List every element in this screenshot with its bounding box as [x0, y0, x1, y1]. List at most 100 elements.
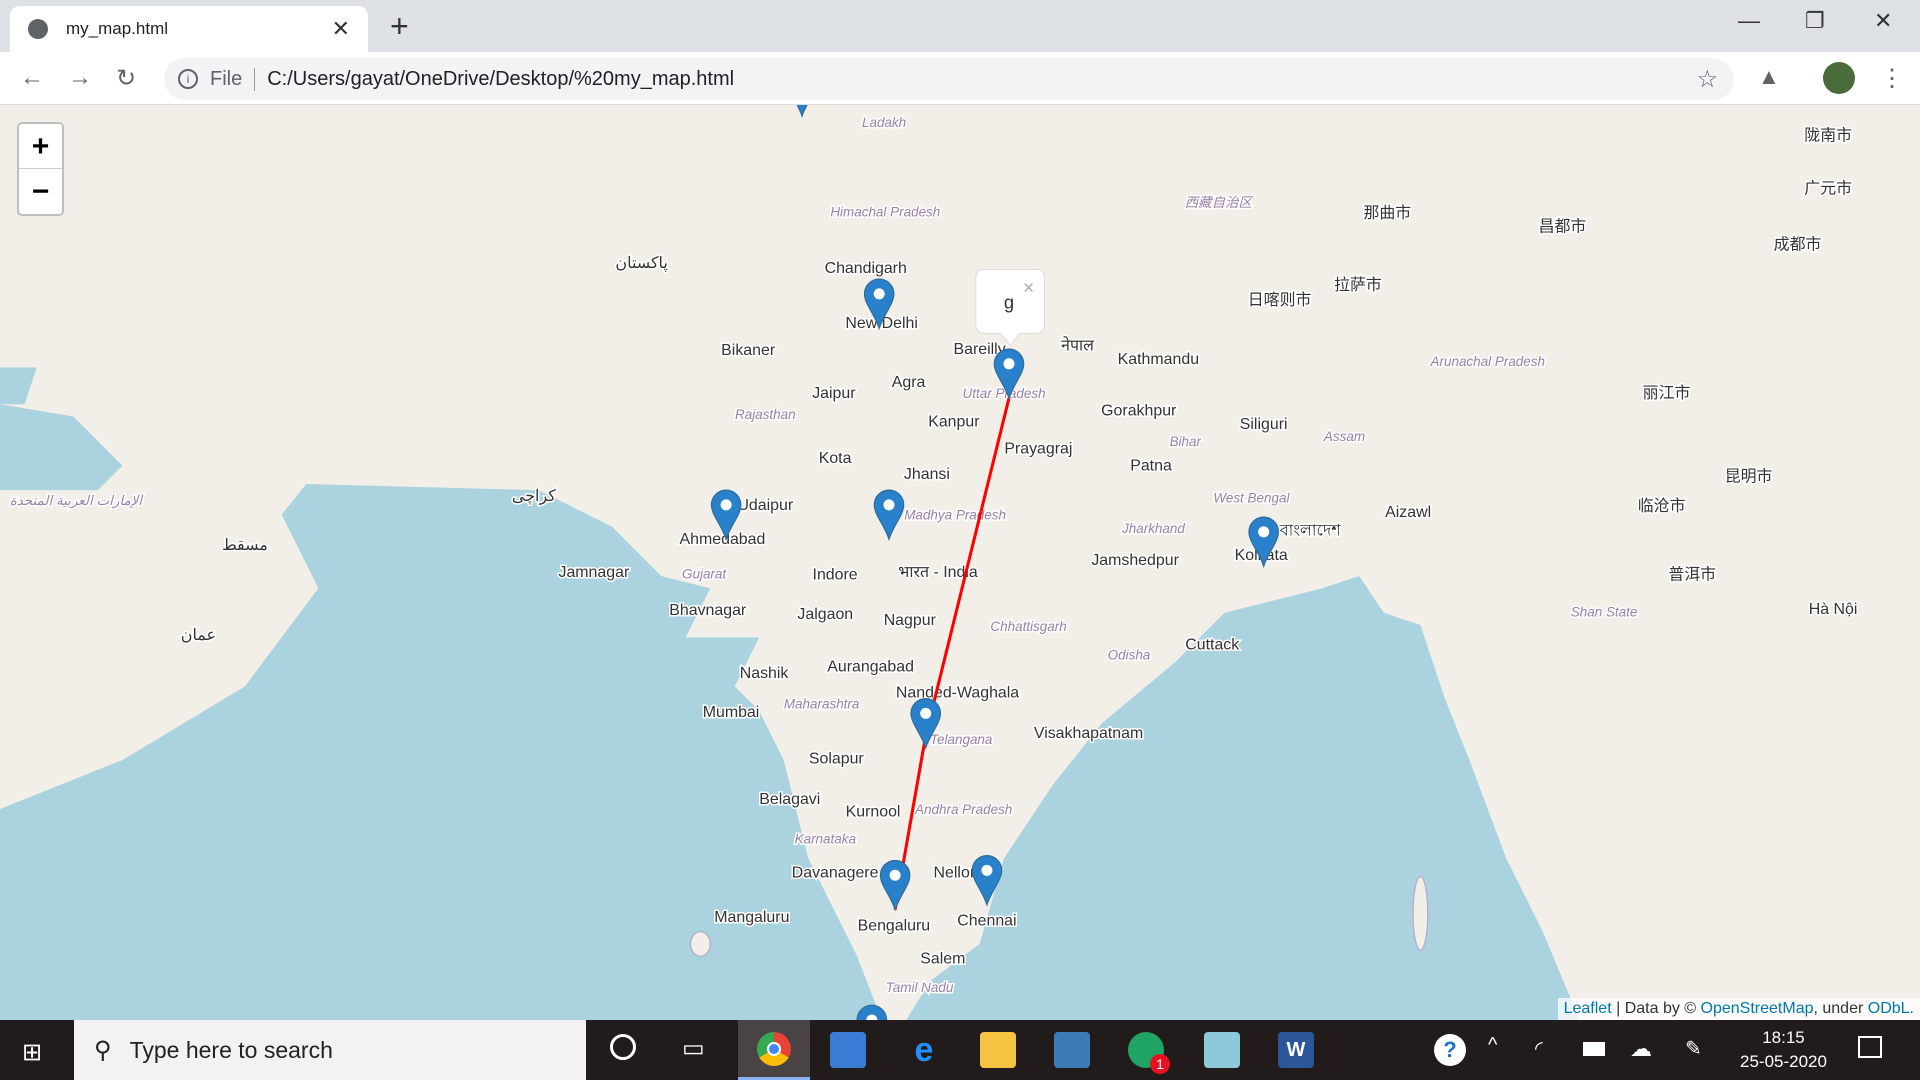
popup-text: g: [1004, 292, 1014, 313]
island: [690, 931, 711, 957]
file-explorer-icon[interactable]: [980, 1032, 1016, 1068]
map-label: Bhavnagar: [669, 602, 747, 619]
map-label: 广元市: [1804, 179, 1852, 197]
map-marker[interactable]: [787, 105, 816, 118]
map-label: Prayagraj: [1004, 440, 1072, 457]
map-label: Jalgaon: [797, 606, 853, 623]
battery-icon[interactable]: [1583, 1042, 1605, 1056]
search-icon: ⚲: [94, 1036, 112, 1064]
map-label: Gorakhpur: [1101, 402, 1177, 419]
map-label: Hà Nội: [1809, 601, 1858, 618]
map-label: 日喀则市: [1248, 291, 1312, 309]
map-label: Telangana: [930, 732, 993, 747]
info-icon[interactable]: i: [178, 69, 198, 89]
task-view-icon[interactable]: ▭: [682, 1034, 705, 1063]
attribution-text: | Data by ©: [1611, 1000, 1701, 1017]
map-label: Jharkhand: [1121, 521, 1185, 536]
map-label: عمان: [181, 627, 216, 644]
close-window-button[interactable]: ✕: [1874, 8, 1892, 34]
python-icon[interactable]: [1054, 1032, 1090, 1068]
tab-my-map[interactable]: my_map.html ✕: [10, 6, 368, 52]
map-label: Odisha: [1108, 647, 1151, 662]
popup[interactable]: g ×: [975, 269, 1045, 346]
map-label: West Bengal: [1213, 490, 1290, 505]
edge-icon[interactable]: e: [906, 1032, 942, 1068]
close-tab-icon[interactable]: ✕: [332, 16, 350, 42]
map-label: Kanpur: [928, 413, 980, 430]
map-label: Siliguri: [1240, 416, 1288, 433]
help-icon[interactable]: ?: [1434, 1034, 1466, 1066]
menu-icon[interactable]: ⋮: [1880, 64, 1904, 93]
map-label: Chhattisgarh: [990, 619, 1066, 634]
zoom-control: + −: [17, 122, 64, 216]
map-label: 普洱市: [1668, 566, 1716, 584]
leaflet-link[interactable]: Leaflet: [1564, 1000, 1612, 1017]
map-label: Himachal Pradesh: [830, 205, 940, 220]
zoom-in-button[interactable]: +: [19, 124, 62, 169]
notification-badge: 1: [1150, 1054, 1170, 1074]
notifications-icon[interactable]: [1858, 1036, 1882, 1058]
water-area: [0, 367, 37, 405]
bookmark-star-icon[interactable]: ☆: [1696, 65, 1718, 94]
chrome-taskbar-button[interactable]: [738, 1020, 810, 1080]
pc-app-icon[interactable]: [830, 1032, 866, 1068]
address-bar[interactable]: i File C:/Users/gayat/OneDrive/Desktop/%…: [164, 58, 1734, 100]
taskbar-search[interactable]: ⚲ Type here to search: [74, 1020, 586, 1080]
whatsapp-icon[interactable]: 1: [1128, 1032, 1170, 1074]
map-label: 成都市: [1774, 236, 1822, 254]
toolbar: ← → ↻ i File C:/Users/gayat/OneDrive/Des…: [0, 52, 1920, 105]
map-label: Aurangabad: [827, 659, 914, 676]
map-label: Aizawl: [1385, 504, 1431, 521]
map-label: Nagpur: [884, 612, 937, 629]
map-label: Tamil Nadu: [886, 980, 954, 995]
map-marker[interactable]: [873, 489, 905, 542]
clock[interactable]: 18:15 25-05-2020: [1740, 1026, 1827, 1074]
osm-link[interactable]: OpenStreetMap: [1701, 1000, 1814, 1017]
time: 18:15: [1762, 1028, 1805, 1047]
map-label: پاکستان: [615, 255, 667, 272]
back-icon[interactable]: ←: [20, 64, 44, 92]
map-label: 昌都市: [1539, 217, 1587, 235]
attribution: Leaflet | Data by © OpenStreetMap, under…: [1557, 998, 1920, 1020]
chevron-up-icon[interactable]: ^: [1488, 1034, 1497, 1057]
drive-icon[interactable]: ▲: [1758, 64, 1780, 90]
url-text[interactable]: C:/Users/gayat/OneDrive/Desktop/%20my_ma…: [267, 68, 734, 91]
map-canvas[interactable]: ChandigarhNew DelhiBikanerJaipurAgraBare…: [0, 105, 1920, 1020]
reload-icon[interactable]: ↻: [116, 64, 136, 93]
avatar[interactable]: [1823, 62, 1855, 94]
date: 25-05-2020: [1740, 1052, 1827, 1071]
map[interactable]: Chandigarh New Delhi Bikaner Jaipur Agra Bare…: [0, 105, 1920, 1020]
word-icon[interactable]: W: [1278, 1032, 1314, 1068]
tab-title: my_map.html: [66, 19, 169, 38]
water-area: [0, 484, 882, 1020]
map-label: Maharashtra: [784, 696, 860, 711]
map-label: Nanded-Waghala: [896, 684, 1019, 701]
zoom-out-button[interactable]: −: [19, 169, 62, 214]
map-label: Jhansi: [904, 466, 950, 483]
notepad-icon[interactable]: [1204, 1032, 1240, 1068]
map-label: Andhra Pradesh: [914, 802, 1012, 817]
map-label: 那曲市: [1363, 204, 1411, 222]
pen-icon[interactable]: ✎: [1685, 1036, 1702, 1061]
map-label: Salem: [920, 951, 965, 968]
map-label: Kathmandu: [1118, 351, 1199, 368]
map-label: Ahmedabad: [680, 531, 766, 548]
windows-start-icon[interactable]: ⊞: [22, 1038, 42, 1067]
map-label: Kurnool: [846, 803, 901, 820]
map-label: Chandigarh: [825, 260, 907, 277]
water-area: [0, 404, 123, 491]
onedrive-icon[interactable]: ☁: [1630, 1036, 1652, 1062]
island: [1412, 875, 1429, 951]
map-label: 拉萨市: [1334, 276, 1382, 294]
map-label: 昆明市: [1725, 468, 1773, 486]
minimize-button[interactable]: —: [1738, 8, 1760, 34]
restore-button[interactable]: ❐: [1805, 8, 1825, 34]
wifi-icon[interactable]: ◜: [1535, 1036, 1543, 1061]
map-marker[interactable]: [879, 860, 911, 912]
popup-close-icon[interactable]: ×: [1023, 277, 1034, 299]
forward-icon[interactable]: →: [68, 64, 92, 92]
cortana-icon[interactable]: [610, 1034, 636, 1060]
map-label: 临沧市: [1638, 497, 1686, 515]
new-tab-button[interactable]: +: [390, 8, 409, 45]
odbl-link[interactable]: ODbL.: [1868, 1000, 1914, 1017]
